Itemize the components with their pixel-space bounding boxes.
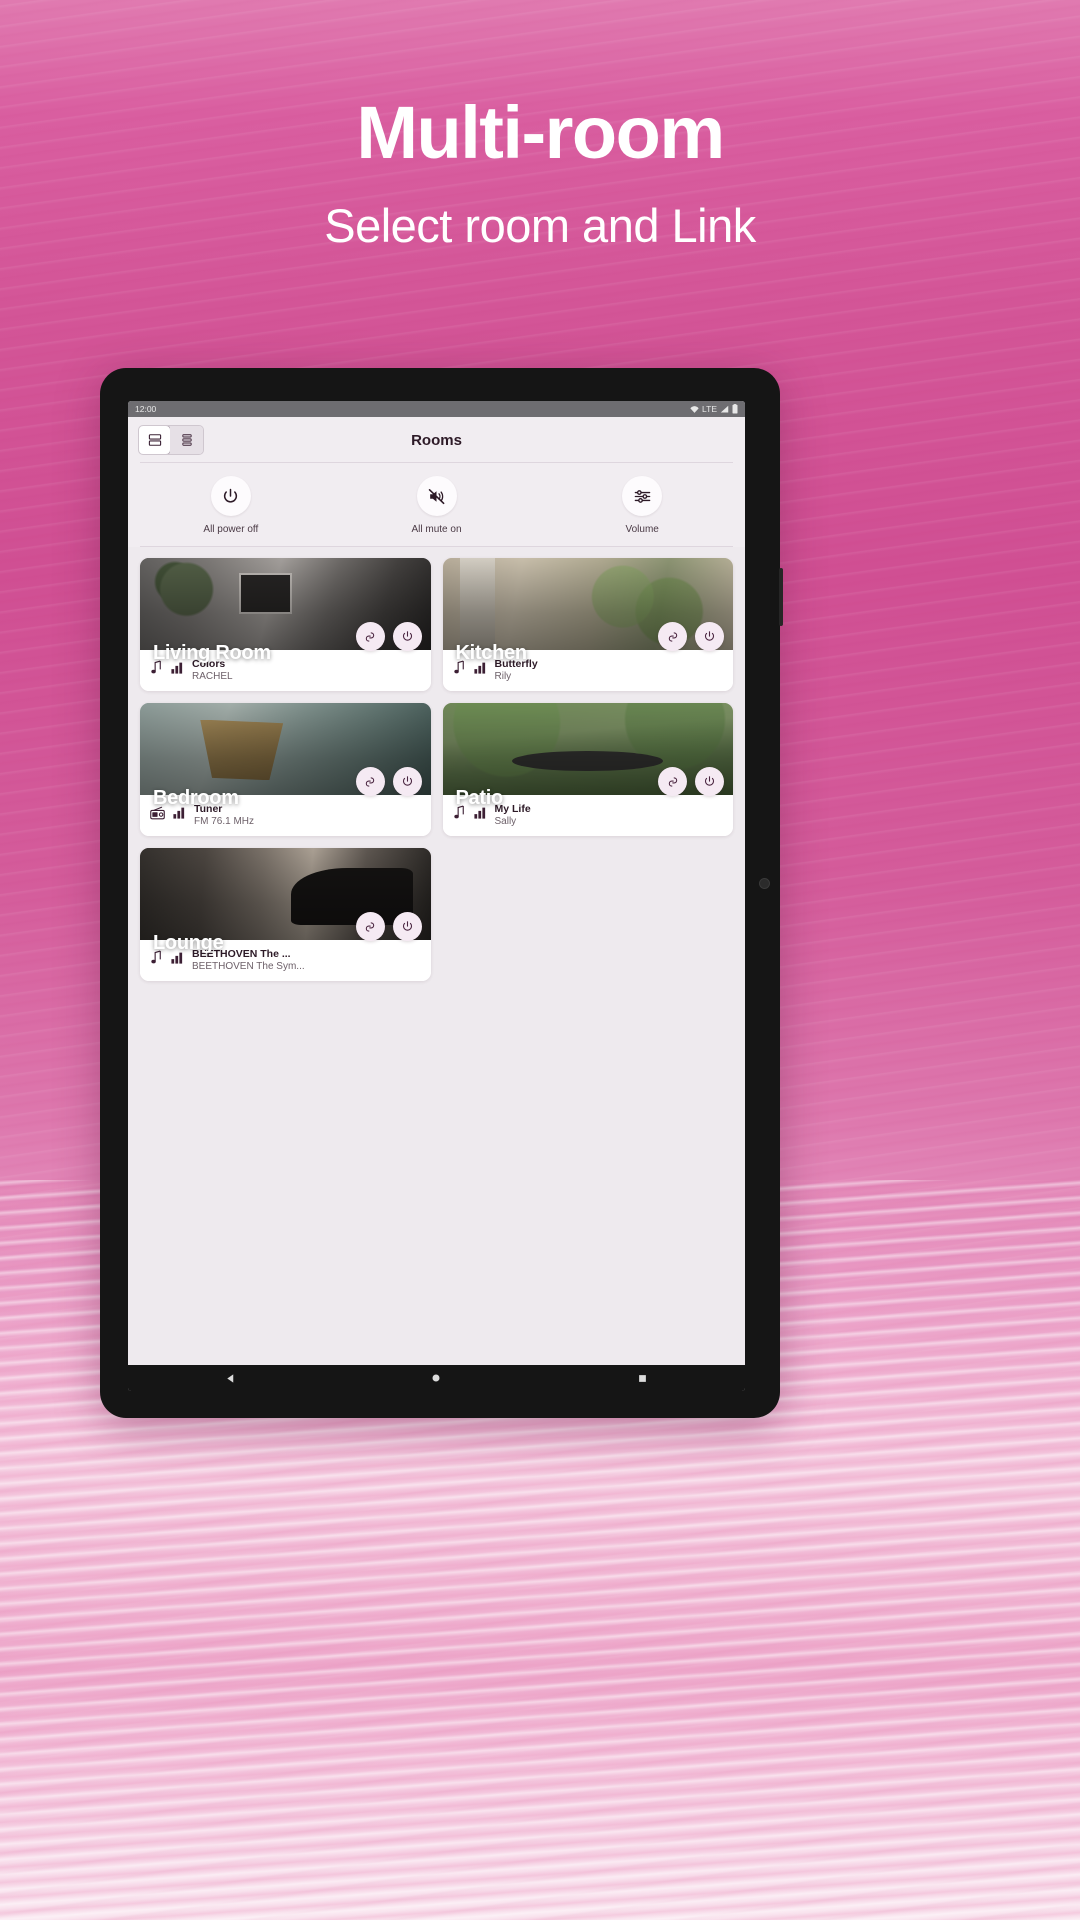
power-button[interactable] (392, 622, 422, 651)
promo-screenshot: Multi-room Select room and Link 12:00 LT… (0, 0, 1080, 1920)
grid-view-toggle[interactable] (139, 426, 171, 454)
all-mute-on-button[interactable]: All mute on (334, 476, 540, 535)
all-power-off-label: All power off (203, 524, 259, 535)
power-icon (402, 921, 412, 931)
link-icon (668, 776, 677, 787)
mute-icon (428, 488, 445, 504)
status-bar: 12:00 LTE (128, 401, 745, 417)
list-view-icon (181, 434, 192, 446)
recents-square-icon (638, 1374, 646, 1382)
link-icon (365, 631, 375, 642)
power-icon (224, 488, 238, 503)
room-name: Bedroom (153, 787, 239, 809)
power-icon (704, 631, 715, 641)
signal-icon (720, 405, 729, 412)
room-card-actions (658, 622, 724, 651)
battery-icon (732, 404, 738, 414)
power-button[interactable] (695, 767, 724, 796)
link-icon (668, 631, 677, 642)
room-name: Patio (455, 787, 504, 809)
power-icon (402, 776, 412, 786)
room-card[interactable]: Patio My Life Sally (442, 703, 733, 836)
tablet-screen: 12:00 LTE Rooms All power off All mute o… (128, 401, 745, 1391)
nav-back-button[interactable] (201, 1373, 261, 1384)
room-name: Kitchen (455, 642, 528, 664)
app-bar-title: Rooms (411, 431, 462, 449)
page-subtitle: Select room and Link (324, 199, 756, 252)
room-name: Lounge (153, 932, 224, 954)
all-mute-on-label: All mute on (411, 524, 462, 535)
room-card-actions (355, 912, 422, 941)
grid-view-icon (148, 434, 161, 446)
tablet-device-frame: 12:00 LTE Rooms All power off All mute o… (100, 368, 783, 1418)
sliders-icon (634, 489, 650, 503)
room-name: Living Room (153, 642, 271, 664)
rooms-grid: Living Room Colors RACHEL Kitchen Butter… (140, 558, 733, 981)
track-subtitle: BEETHOVEN The Sym... (192, 961, 305, 972)
room-card[interactable]: Kitchen Butterfly Rily (442, 558, 733, 691)
power-button[interactable] (392, 767, 422, 796)
power-icon (402, 631, 412, 641)
all-mute-on-circle (416, 476, 457, 516)
room-card[interactable]: Lounge BEETHOVEN The ... BEETHOVEN The S… (140, 848, 431, 981)
app-bar: Rooms (128, 417, 745, 463)
link-button[interactable] (658, 767, 687, 796)
track-subtitle: Rily (494, 671, 512, 682)
quick-actions-bar: All power off All mute on Volume (128, 463, 745, 547)
network-label: LTE (702, 404, 717, 414)
nav-home-button[interactable] (406, 1373, 466, 1383)
wifi-icon (690, 405, 699, 413)
volume-label: Volume (625, 524, 659, 535)
room-card-actions (658, 767, 724, 796)
link-button[interactable] (355, 767, 385, 796)
android-nav-bar (128, 1365, 745, 1391)
back-triangle-icon (227, 1373, 234, 1383)
all-power-off-button[interactable]: All power off (128, 476, 334, 535)
view-toggle-group[interactable] (138, 425, 204, 455)
link-button[interactable] (355, 912, 385, 941)
status-icons: LTE (690, 404, 738, 414)
all-power-off-circle (210, 476, 251, 516)
link-icon (365, 776, 375, 787)
track-subtitle: RACHEL (192, 671, 233, 682)
room-card-actions (355, 767, 422, 796)
link-button[interactable] (355, 622, 385, 651)
link-button[interactable] (658, 622, 687, 651)
page-title: Multi-room (356, 91, 725, 174)
device-power-button[interactable] (779, 568, 783, 626)
status-time: 12:00 (135, 404, 157, 414)
promo-heading-block: Multi-room Select room and Link (0, 96, 1080, 253)
power-button[interactable] (695, 622, 724, 651)
rooms-scroll-area[interactable]: Living Room Colors RACHEL Kitchen Butter… (128, 547, 745, 1365)
power-button[interactable] (392, 912, 422, 941)
room-card[interactable]: Bedroom Tuner FM 76.1 MHz (140, 703, 431, 836)
room-card-actions (355, 622, 422, 651)
list-view-toggle[interactable] (170, 426, 203, 454)
track-subtitle: FM 76.1 MHz (194, 816, 255, 827)
volume-circle (622, 476, 663, 516)
room-card[interactable]: Living Room Colors RACHEL (140, 558, 431, 691)
link-icon (365, 921, 375, 932)
device-camera (759, 878, 770, 889)
track-subtitle: Sally (494, 816, 517, 827)
nav-recents-button[interactable] (612, 1374, 672, 1383)
power-icon (704, 776, 715, 786)
quick-actions-divider (140, 546, 733, 547)
home-circle-icon (432, 1374, 440, 1382)
volume-button[interactable]: Volume (539, 476, 745, 535)
